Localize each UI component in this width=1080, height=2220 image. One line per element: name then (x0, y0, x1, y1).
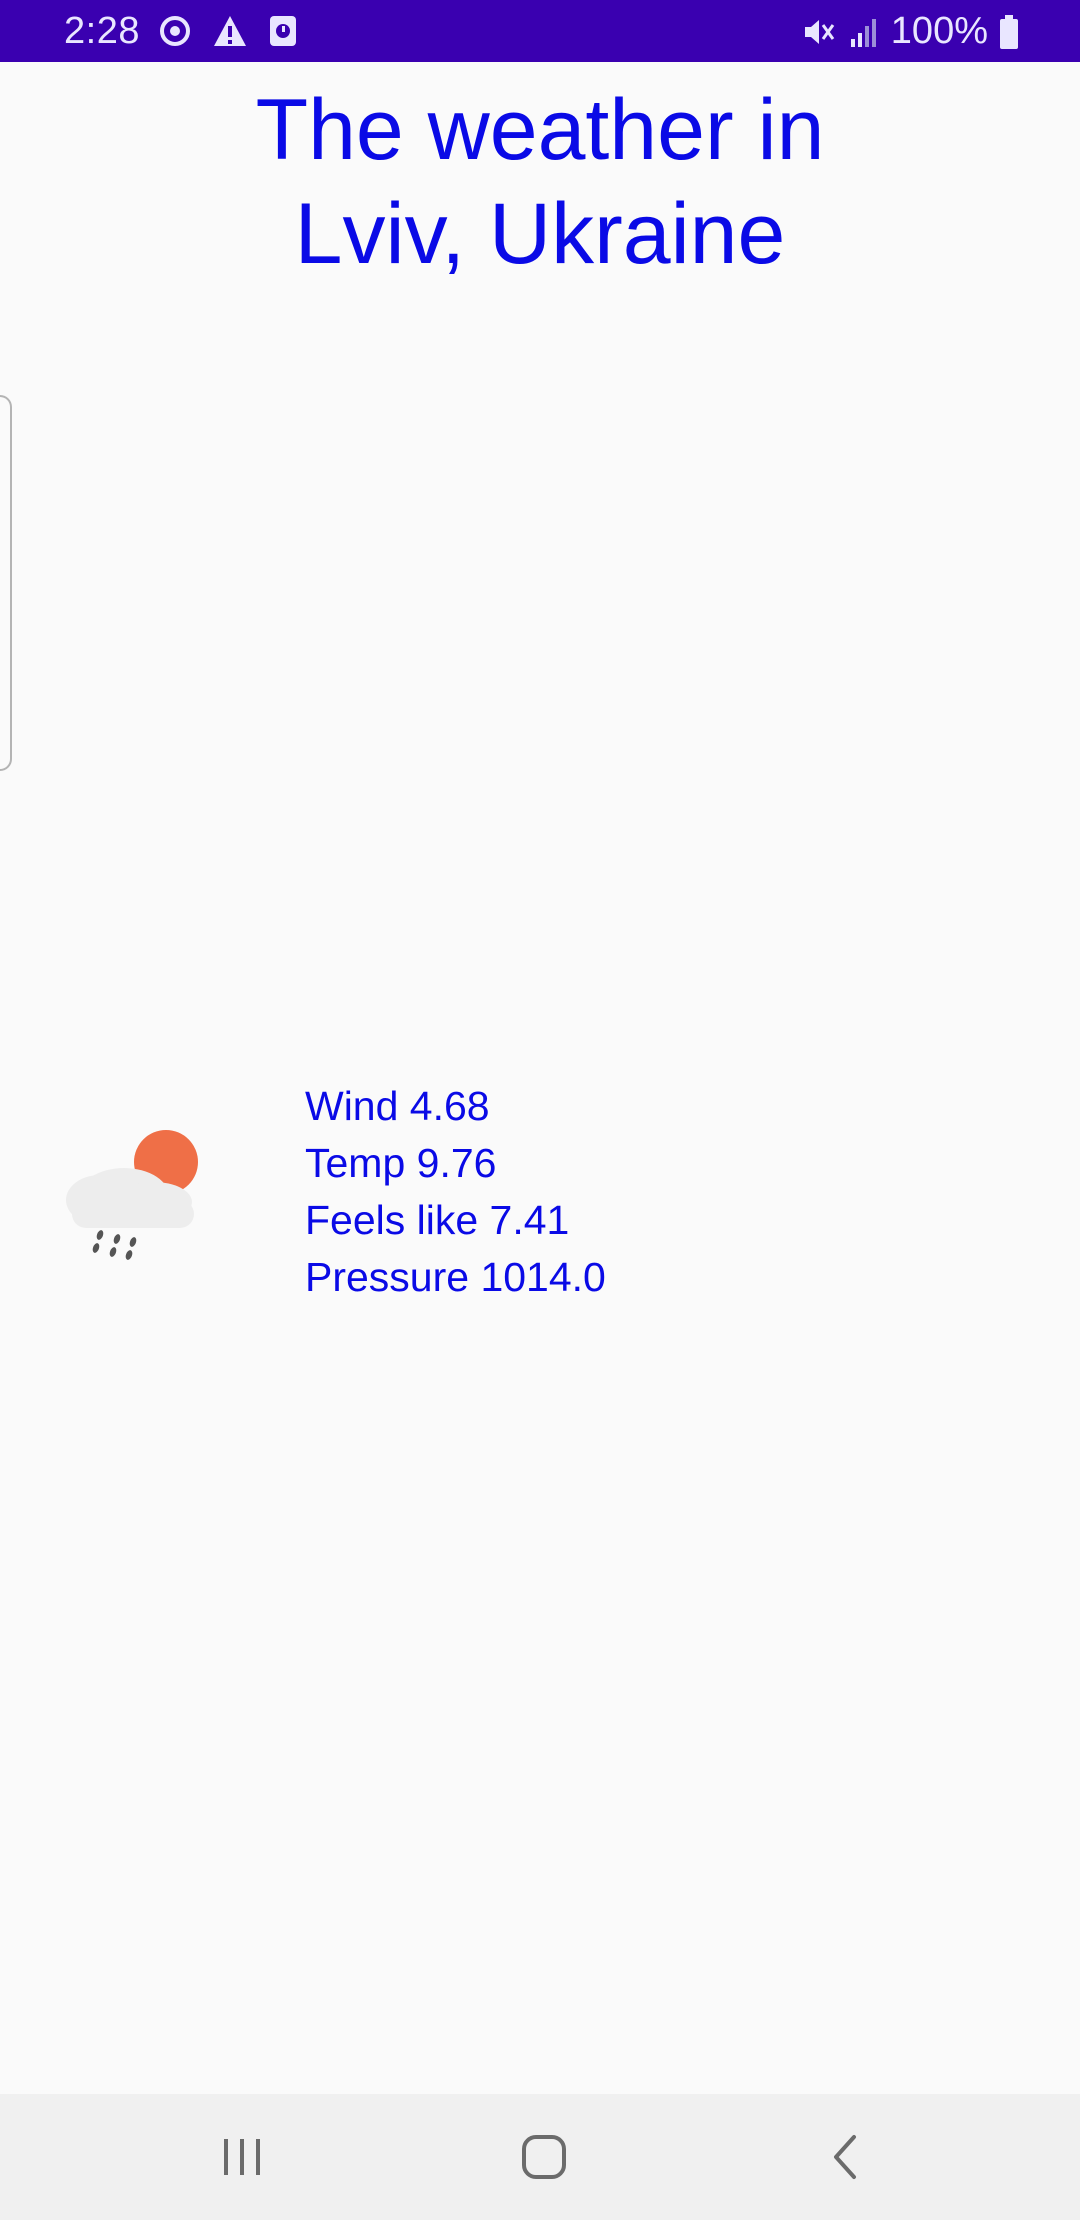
sync-icon (158, 14, 192, 48)
weather-details: Wind 4.68 Temp 9.76 Feels like 7.41 Pres… (305, 1078, 606, 1306)
back-icon (830, 2133, 862, 2181)
rain-cloud-sun-icon (62, 1122, 204, 1262)
home-button[interactable] (504, 2122, 584, 2192)
temp-text: Temp 9.76 (305, 1140, 497, 1186)
title-line-2: Lviv, Ukraine (294, 186, 786, 282)
home-icon (520, 2133, 568, 2181)
feels-like-text: Feels like 7.41 (305, 1197, 570, 1243)
title-line-1: The weather in (255, 82, 825, 178)
warning-icon (212, 14, 248, 48)
recent-apps-button[interactable] (202, 2122, 282, 2192)
status-bar: 2:28 100% (0, 0, 1080, 62)
battery-percent: 100% (890, 10, 988, 52)
edge-panel-handle[interactable] (0, 395, 12, 771)
status-right-group: 100% (801, 10, 1020, 53)
battery-icon (998, 14, 1020, 50)
recent-apps-icon (220, 2137, 264, 2177)
wind-text: Wind 4.68 (305, 1083, 490, 1129)
pressure-text: Pressure 1014.0 (305, 1254, 606, 1300)
screen: 2:28 100% The weather in Lviv, Ukraine W… (0, 0, 1080, 2220)
status-notification-icons (158, 14, 298, 48)
mute-icon (801, 15, 837, 49)
signal-icon (847, 15, 881, 49)
status-time: 2:28 (64, 10, 140, 52)
back-button[interactable] (806, 2122, 886, 2192)
navigation-bar (0, 2094, 1080, 2220)
page-title: The weather in Lviv, Ukraine (0, 78, 1080, 286)
alarm-icon (268, 14, 298, 48)
